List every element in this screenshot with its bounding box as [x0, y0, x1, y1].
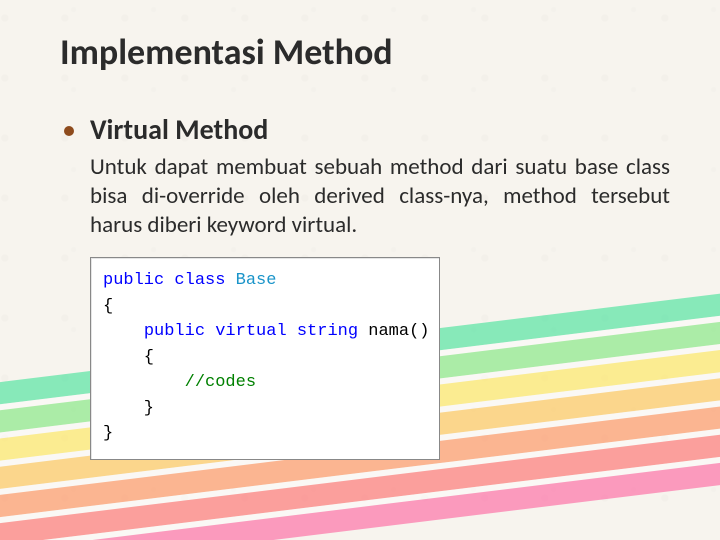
bullet-icon [64, 126, 74, 136]
slide-content: Implementasi Method Virtual Method Untuk… [0, 0, 720, 480]
slide-title: Implementasi Method [60, 30, 670, 74]
code-line-3: public virtual string nama() [103, 319, 427, 345]
code-line-6: } [103, 396, 427, 422]
code-line-4: { [103, 345, 427, 371]
code-line-1: public class Base [103, 268, 427, 294]
code-line-5: //codes [103, 370, 427, 396]
code-snippet: public class Base { public virtual strin… [90, 257, 440, 460]
bullet-heading: Virtual Method [90, 112, 268, 147]
code-line-2: { [103, 294, 427, 320]
bullet-item: Virtual Method [64, 112, 670, 147]
body-paragraph: Untuk dapat membuat sebuah method dari s… [90, 153, 670, 239]
code-line-7: } [103, 421, 427, 447]
